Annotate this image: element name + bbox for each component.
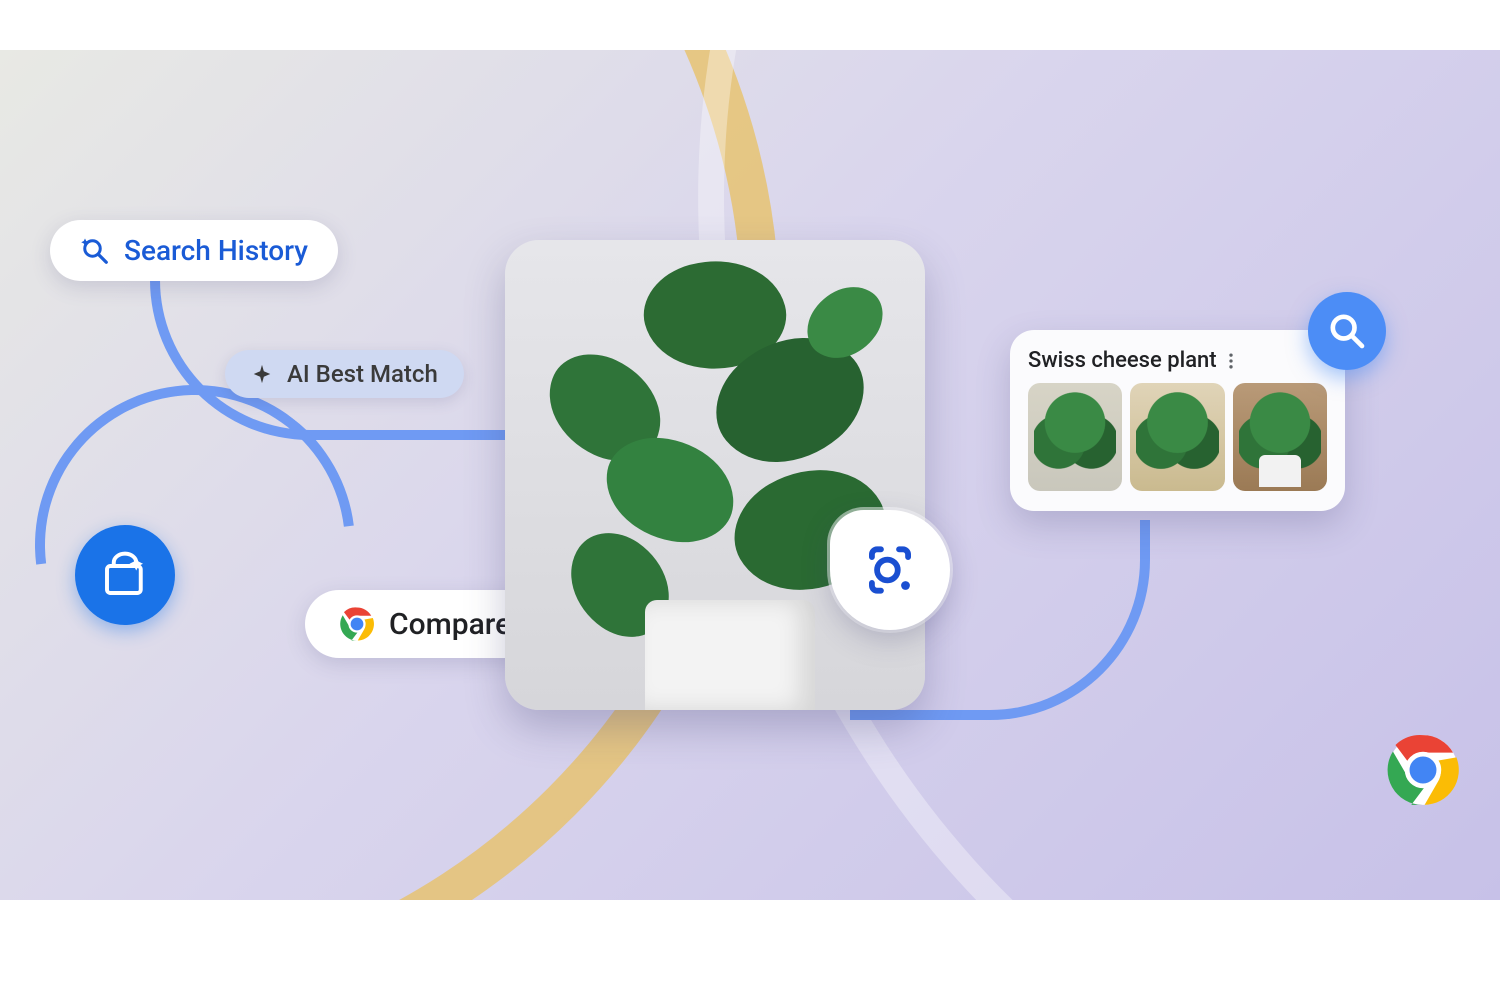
chrome-logo bbox=[1385, 732, 1461, 808]
promo-stage: Search History AI Best Match bbox=[0, 50, 1500, 900]
chrome-icon bbox=[339, 606, 375, 642]
result-thumbnail[interactable] bbox=[1130, 383, 1224, 491]
lens-button[interactable] bbox=[830, 510, 950, 630]
magnifier-icon bbox=[1327, 311, 1367, 351]
ai-best-match-chip[interactable]: AI Best Match bbox=[225, 350, 464, 398]
shopping-ai-icon bbox=[98, 548, 152, 602]
result-thumbnails bbox=[1028, 383, 1327, 491]
more-icon[interactable] bbox=[1223, 351, 1239, 371]
ai-shopping-badge[interactable] bbox=[75, 525, 175, 625]
ai-best-match-label: AI Best Match bbox=[287, 360, 438, 388]
result-thumbnail[interactable] bbox=[1028, 383, 1122, 491]
visual-search-result-card[interactable]: Swiss cheese plant bbox=[1010, 330, 1345, 511]
plant-image bbox=[505, 240, 925, 710]
lens-photo-card[interactable] bbox=[505, 240, 925, 710]
search-badge[interactable] bbox=[1308, 292, 1386, 370]
compare-label: Compare bbox=[389, 607, 511, 642]
result-thumbnail[interactable] bbox=[1233, 383, 1327, 491]
search-history-label: Search History bbox=[124, 234, 308, 267]
sparkle-search-icon bbox=[80, 236, 110, 266]
search-history-chip[interactable]: Search History bbox=[50, 220, 338, 281]
sparkle-icon bbox=[251, 363, 273, 385]
result-title: Swiss cheese plant bbox=[1028, 348, 1217, 373]
lens-icon bbox=[859, 539, 921, 601]
